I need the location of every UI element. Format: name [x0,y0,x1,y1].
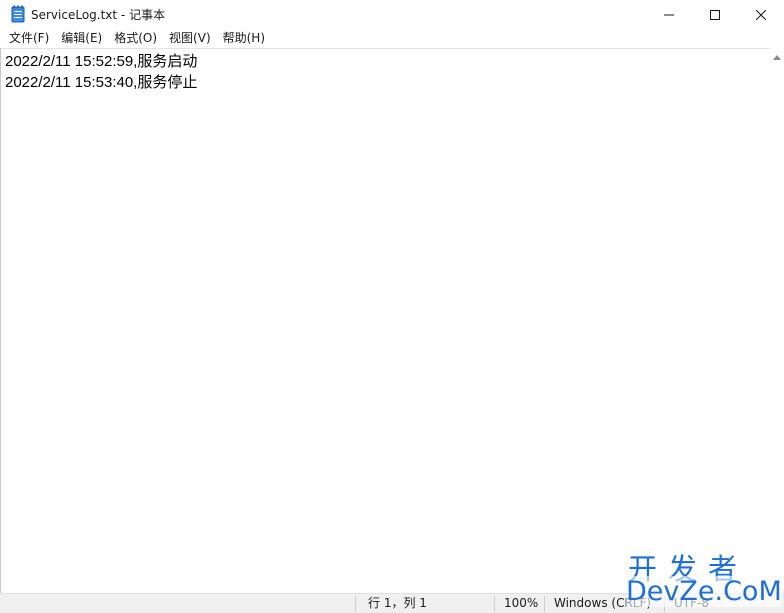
menu-edit[interactable]: 编辑(E) [55,28,108,48]
status-bar: 行 1，列 1 100% Windows (CRLF) UTF-8 [0,593,784,613]
maximize-button[interactable] [692,0,738,28]
vertical-scrollbar[interactable] [770,49,784,593]
status-divider [494,596,495,612]
close-button[interactable] [738,0,784,28]
notepad-icon [11,5,25,23]
menu-bar: 文件(F) 编辑(E) 格式(O) 视图(V) 帮助(H) [0,28,784,48]
menu-view[interactable]: 视图(V) [163,28,217,48]
status-cursor-position: 行 1，列 1 [368,596,427,610]
maximize-icon [710,5,720,24]
window-edge [0,48,1,593]
menu-format[interactable]: 格式(O) [108,28,163,48]
text-editor[interactable]: 2022/2/11 15:52:59,服务启动 2022/2/11 15:53:… [0,48,770,594]
status-divider [544,596,545,612]
status-encoding: UTF-8 [674,596,709,610]
menu-file[interactable]: 文件(F) [0,28,55,48]
title-bar[interactable]: ServiceLog.txt - 记事本 [0,0,784,28]
notepad-window: ServiceLog.txt - 记事本 文件(F) 编辑(E) 格式(O) 视… [0,0,784,613]
minimize-button[interactable] [646,0,692,28]
status-line-ending: Windows (CRLF) [554,596,652,610]
window-title: ServiceLog.txt - 记事本 [31,8,166,22]
close-icon [755,5,767,24]
editor-line[interactable]: 2022/2/11 15:52:59,服务启动 [0,51,770,72]
minimize-icon [664,5,674,24]
editor-line[interactable]: 2022/2/11 15:53:40,服务停止 [0,72,770,93]
status-zoom: 100% [504,596,539,610]
menu-help[interactable]: 帮助(H) [217,28,271,48]
scroll-down-icon[interactable] [773,581,781,586]
editor-content[interactable]: 2022/2/11 15:52:59,服务启动 2022/2/11 15:53:… [0,49,770,93]
status-divider [355,596,356,612]
status-divider [664,596,665,612]
scroll-up-icon[interactable] [773,55,781,60]
